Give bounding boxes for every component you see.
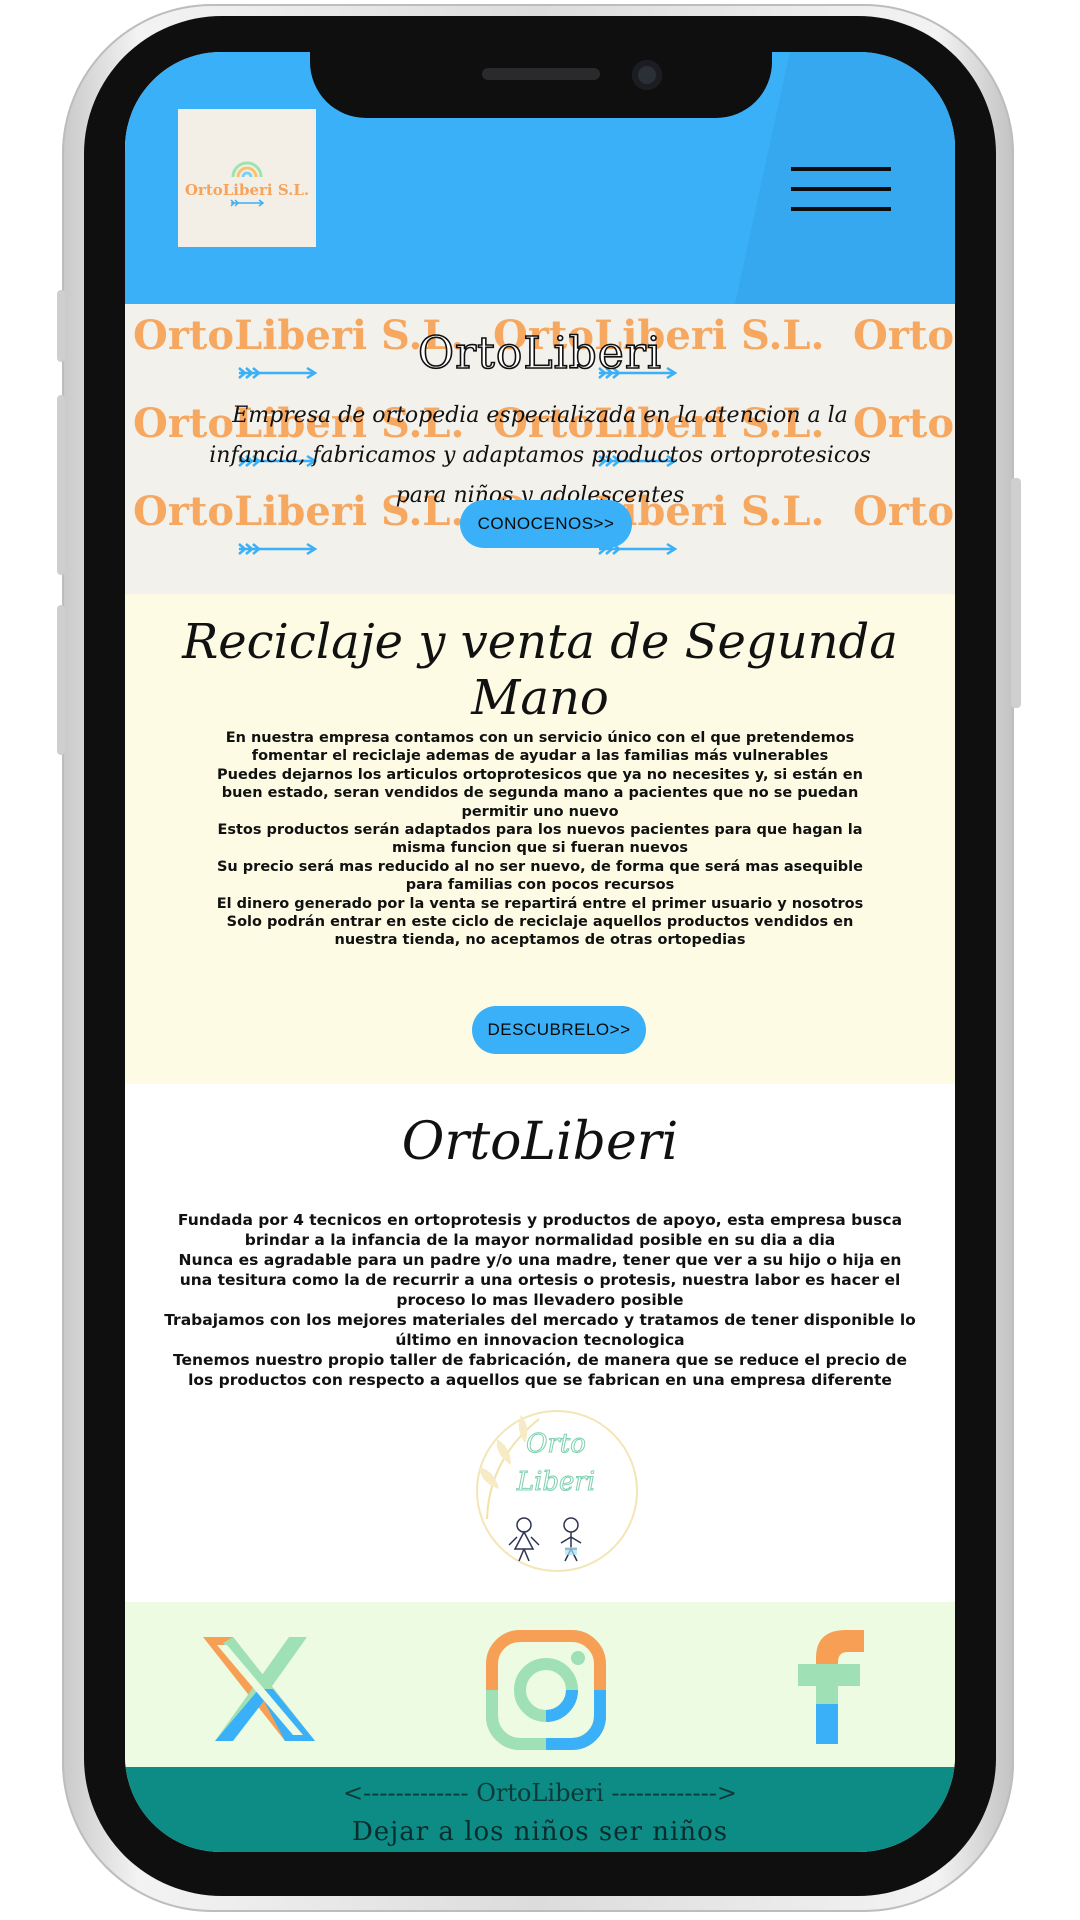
rainbow-icon [231,161,263,178]
recycling-paragraph: El dinero generado por la venta se repar… [216,895,864,912]
recycling-text: En nuestra empresa contamos con un servi… [197,729,883,950]
about-text: Fundada por 4 tecnicos en ortoprotesis y… [161,1210,919,1390]
recycling-title: Reciclaje y venta de Segunda Mano [182,614,898,726]
facebook-icon[interactable] [798,1624,864,1744]
hero-title: OrtoLiberi [417,327,662,380]
hero-section: OrtoLiberi S.L.OrtoLiberi S.L.OrtoLiberi… [125,304,955,594]
phone-volume-up [57,395,65,575]
speaker-grille [482,68,600,80]
front-camera [632,60,662,90]
about-paragraph: Tenemos nuestro propio taller de fabrica… [172,1351,907,1389]
instagram-icon[interactable] [486,1630,606,1750]
circle-logo-line1: Orto [526,1429,587,1460]
phone-volume-down [57,605,65,755]
footer-brand: <------------- OrtoLiberi -------------> [343,1779,737,1807]
about-paragraph: Trabajamos con los mejores materiales de… [164,1311,916,1349]
x-icon[interactable] [203,1637,315,1741]
arrow-icon [230,199,265,207]
logo-text: OrtoLiberi S.L. [184,181,310,199]
recycling-paragraph: Solo podrán entrar en este ciclo de reci… [226,914,854,949]
recycling-paragraph: En nuestra empresa contamos con un servi… [225,730,855,765]
about-paragraph: Nunca es agradable para un padre y/o una… [178,1251,902,1309]
social-section [125,1602,955,1767]
site-footer: <------------- OrtoLiberi ------------->… [125,1767,955,1852]
recycling-section: Reciclaje y venta de Segunda Mano En nue… [125,594,955,1084]
conocenos-button[interactable]: CONOCENOS>> [460,500,632,548]
phone-notch [310,52,772,118]
descubrelo-button[interactable]: DESCUBRELO>> [472,1006,646,1054]
footer-slogan: Dejar a los niños ser niños [351,1817,729,1847]
about-title: OrtoLiberi [401,1112,679,1172]
recycling-paragraph: Puedes dejarnos los articulos ortoprotes… [217,766,863,820]
circle-logo: Orto Liberi [469,1399,639,1577]
menu-button[interactable] [791,167,891,217]
recycling-paragraph: Su precio será mas reducido al no ser nu… [216,858,863,894]
hero-subtitle: Empresa de ortopedia especializada en la… [209,403,871,508]
phone-power-button [1011,478,1021,708]
about-section: OrtoLiberi Fundada por 4 tecnicos en ort… [125,1084,955,1602]
about-paragraph: Fundada por 4 tecnicos en ortoprotesis y… [177,1211,903,1249]
site-logo[interactable]: OrtoLiberi S.L. [178,109,316,247]
phone-screen: OrtoLiberi S.L. OrtoLiberi S.L. OrtoLiber… [125,52,955,1852]
circle-logo-line2: Liberi [516,1467,596,1498]
arrow-icon [238,542,317,556]
recycling-paragraph: Estos productos serán adaptados para los… [217,822,863,857]
phone-mute-switch [57,290,65,362]
